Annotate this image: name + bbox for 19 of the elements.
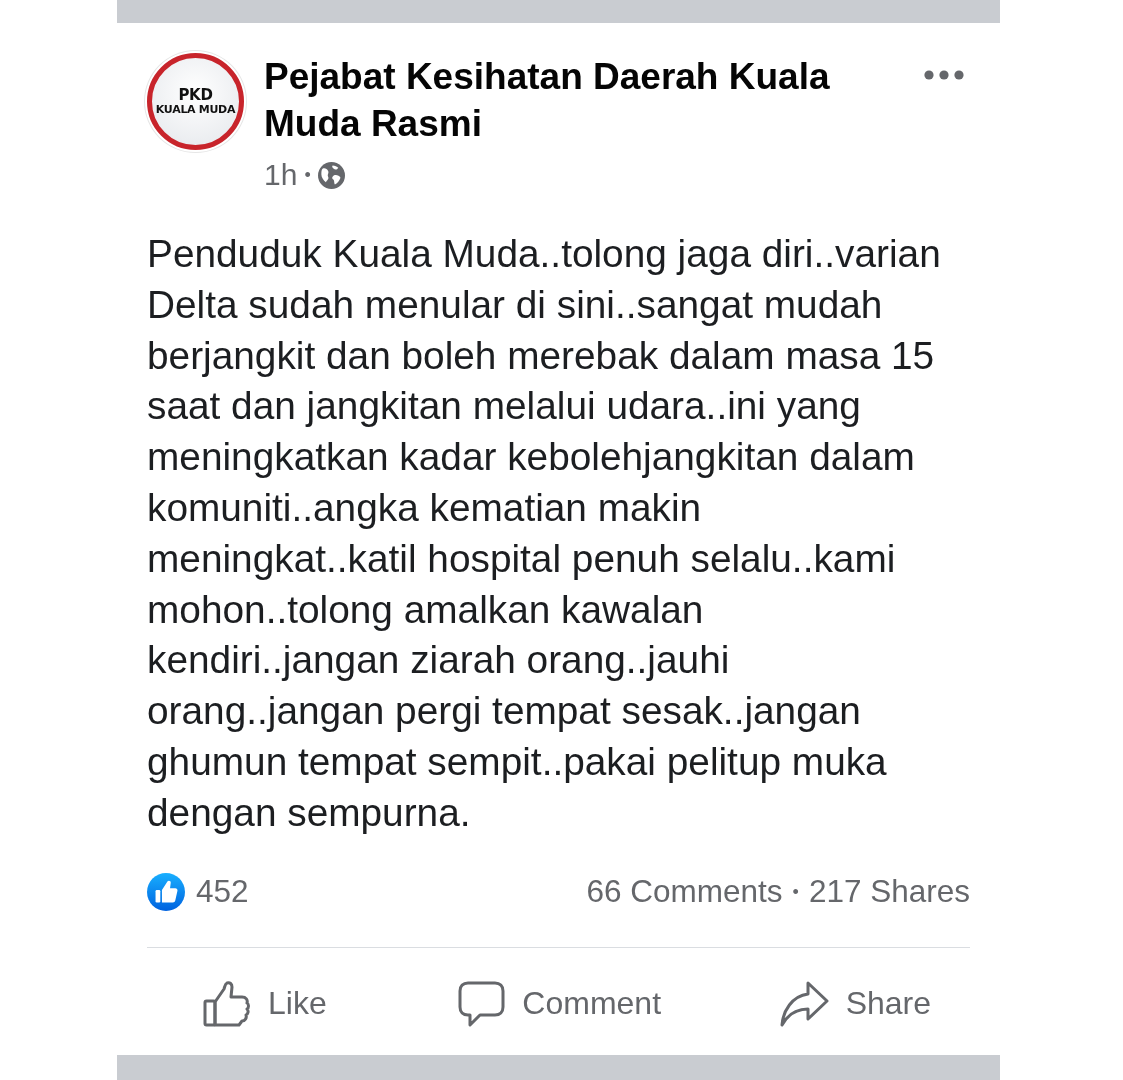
speech-bubble-icon [458, 980, 506, 1027]
more-icon[interactable] [924, 70, 964, 80]
post-text: Penduduk Kuala Muda..tolong jaga diri..varian Delta sudah menular di sini..sangat mudah berjangkit dan boleh merebak dalam masa 15 saat dan jangkitan melalui udara..ini yang meningkatkan kadar kebolehjangkitan dalam komuniti..angka kematian makin meningkat..katil hospital penuh selalu..kami mohon..tolong amalkan kawalan kendiri..jangan ziarah orang..jauhi orang..jangan pergi tempat sesak..jangan ghumun tempat sempit..pakai pelitup muka dengan sempurna. [147, 231, 942, 836]
like-badge-icon [147, 872, 185, 911]
comment-count[interactable]: 66 Comments [586, 873, 783, 911]
share-count[interactable]: 217 Shares [808, 873, 970, 911]
post-time[interactable]: 1h [264, 159, 298, 191]
page-name[interactable]: Pejabat Kesihatan Daerah Kuala Muda Rasmi [264, 53, 904, 147]
share-button[interactable]: Share [779, 980, 932, 1027]
share-icon [779, 980, 829, 1027]
separator-dot: • [792, 882, 799, 901]
logo-text: PKD [178, 87, 213, 104]
separator-dot: • [304, 166, 311, 184]
reaction-count[interactable]: 452 [196, 873, 249, 911]
thumbs-up-icon [203, 980, 251, 1027]
logo-text: KUALA MUDA [155, 103, 236, 116]
like-button[interactable]: Like [203, 980, 327, 1027]
logo-avatar[interactable]: PKD KUALA MUDA [147, 53, 244, 150]
comment-button[interactable]: Comment [458, 980, 662, 1027]
